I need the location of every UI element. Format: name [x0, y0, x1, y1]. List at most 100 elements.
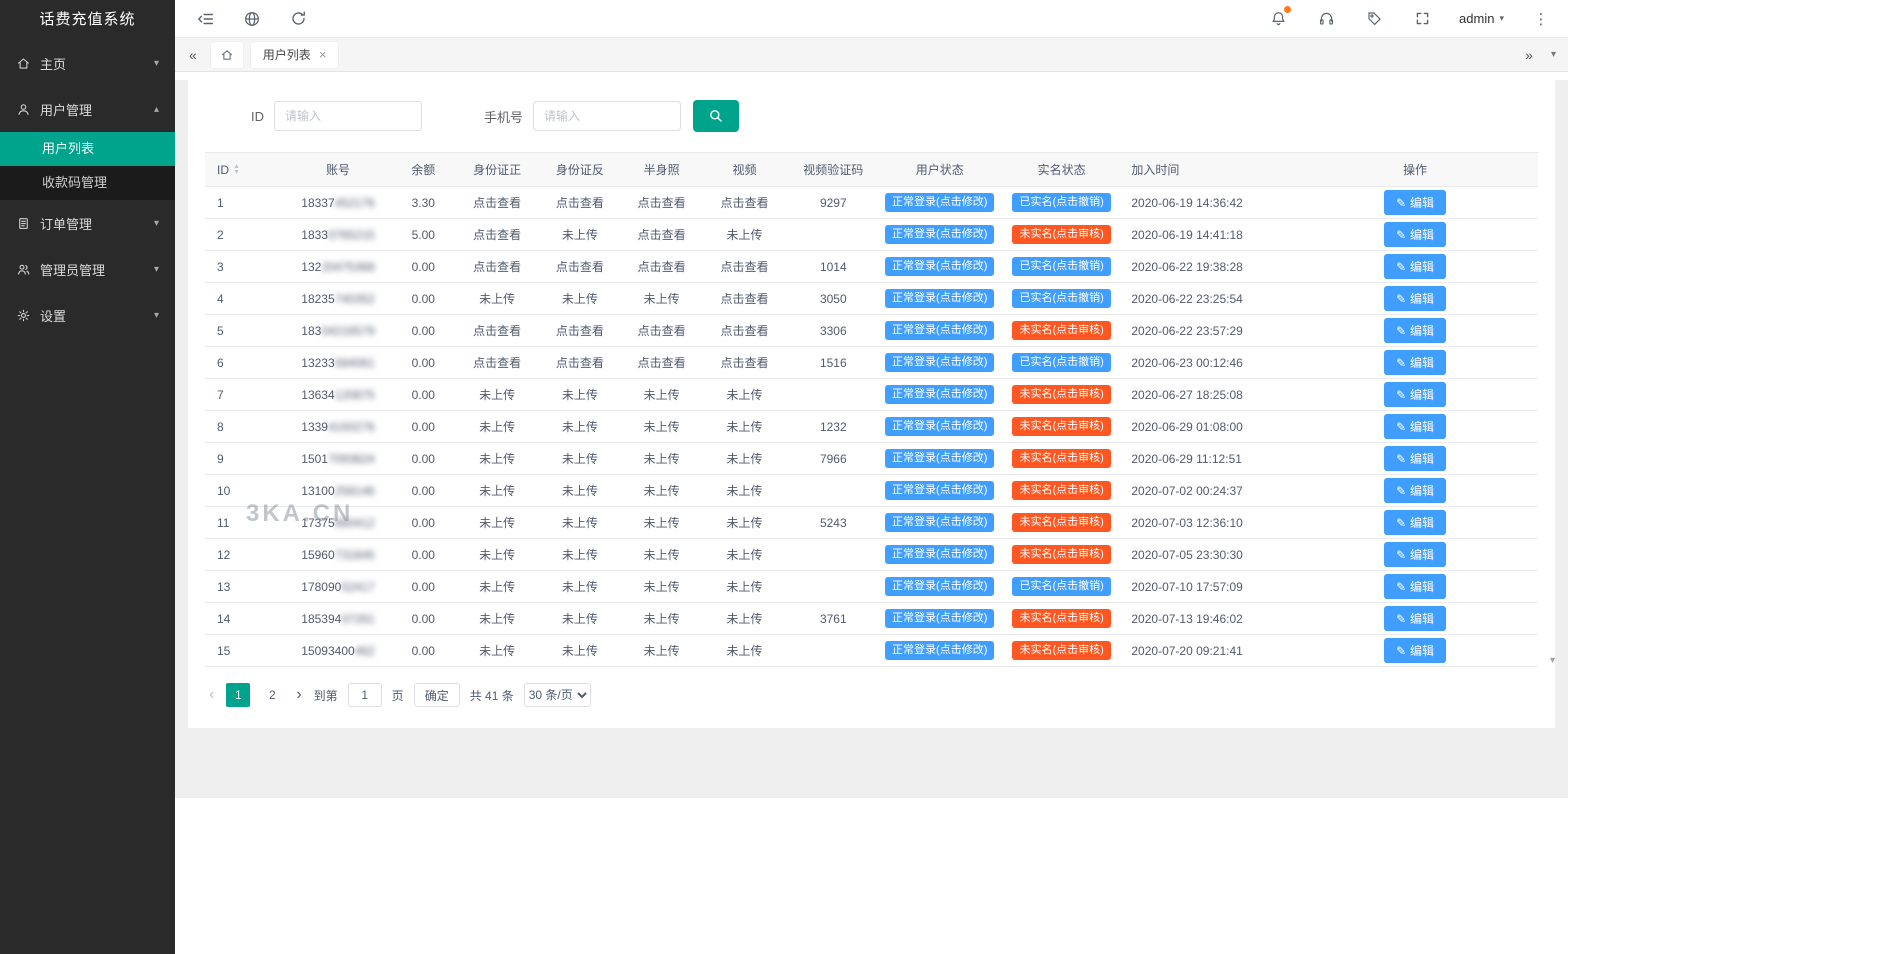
- user-status-badge[interactable]: 正常登录(点击修改): [885, 257, 994, 276]
- edit-button[interactable]: ✎编辑: [1384, 638, 1446, 663]
- realname-status-badge[interactable]: 已实名(点击撤销): [1012, 577, 1110, 596]
- pagination-page-1[interactable]: 1: [226, 683, 250, 707]
- tab-home[interactable]: [211, 42, 243, 68]
- edit-button[interactable]: ✎编辑: [1384, 446, 1446, 471]
- cell-half-photo[interactable]: 点击查看: [622, 251, 702, 283]
- realname-status-badge[interactable]: 未实名(点击审核): [1012, 321, 1110, 340]
- tabs-menu-button[interactable]: ▾: [1547, 49, 1560, 60]
- user-status-badge[interactable]: 正常登录(点击修改): [885, 513, 994, 532]
- language-button[interactable]: [235, 0, 269, 38]
- sort-control[interactable]: ▲▼: [233, 164, 240, 176]
- notifications-button[interactable]: [1267, 0, 1289, 38]
- realname-status-badge[interactable]: 已实名(点击撤销): [1012, 193, 1110, 212]
- realname-status-badge[interactable]: 未实名(点击审核): [1012, 641, 1110, 660]
- search-button[interactable]: [693, 100, 739, 132]
- realname-status-badge[interactable]: 未实名(点击审核): [1012, 545, 1110, 564]
- cell-id-front[interactable]: 点击查看: [456, 251, 538, 283]
- edit-button[interactable]: ✎编辑: [1384, 606, 1446, 631]
- edit-button[interactable]: ✎编辑: [1384, 574, 1446, 599]
- id-filter-input[interactable]: [274, 101, 422, 131]
- cell-id-back[interactable]: 点击查看: [538, 315, 621, 347]
- pagination-page-2[interactable]: 2: [260, 683, 284, 707]
- edit-button[interactable]: ✎编辑: [1384, 350, 1446, 375]
- tabs-scroll-right-button[interactable]: »: [1519, 47, 1539, 63]
- edit-button[interactable]: ✎编辑: [1384, 382, 1446, 407]
- goto-page-input[interactable]: [348, 683, 382, 707]
- cell-video[interactable]: 点击查看: [702, 283, 787, 315]
- pagination-prev-button[interactable]: ‹: [207, 686, 216, 704]
- sidebar-item-payment-code-management[interactable]: 收款码管理: [0, 166, 175, 200]
- realname-status-badge[interactable]: 未实名(点击审核): [1012, 513, 1110, 532]
- edit-button[interactable]: ✎编辑: [1384, 222, 1446, 247]
- user-status-badge[interactable]: 正常登录(点击修改): [885, 609, 994, 628]
- cell-id-front[interactable]: 点击查看: [456, 315, 538, 347]
- realname-status-badge[interactable]: 未实名(点击审核): [1012, 385, 1110, 404]
- realname-status-badge[interactable]: 未实名(点击审核): [1012, 225, 1110, 244]
- sidebar-item-user-management[interactable]: 用户管理 ▴: [0, 86, 175, 132]
- realname-status-badge[interactable]: 未实名(点击审核): [1012, 481, 1110, 500]
- edit-button[interactable]: ✎编辑: [1384, 542, 1446, 567]
- user-status-badge[interactable]: 正常登录(点击修改): [885, 385, 994, 404]
- edit-button[interactable]: ✎编辑: [1384, 286, 1446, 311]
- sidebar-collapse-button[interactable]: [189, 0, 223, 38]
- cell-video[interactable]: 点击查看: [702, 347, 787, 379]
- admin-menu[interactable]: admin ▾: [1459, 11, 1504, 26]
- realname-status-badge[interactable]: 未实名(点击审核): [1012, 417, 1110, 436]
- user-status-badge[interactable]: 正常登录(点击修改): [885, 417, 994, 436]
- edit-button[interactable]: ✎编辑: [1384, 510, 1446, 535]
- edit-button[interactable]: ✎编辑: [1384, 254, 1446, 279]
- page-size-select[interactable]: 30 条/页: [524, 683, 591, 707]
- user-status-badge[interactable]: 正常登录(点击修改): [885, 321, 994, 340]
- pagination-next-button[interactable]: ›: [294, 686, 303, 704]
- cell-video[interactable]: 点击查看: [702, 187, 787, 219]
- realname-status-badge[interactable]: 未实名(点击审核): [1012, 449, 1110, 468]
- realname-status-badge[interactable]: 已实名(点击撤销): [1012, 353, 1110, 372]
- theme-button[interactable]: [1363, 0, 1385, 38]
- user-status-badge[interactable]: 正常登录(点击修改): [885, 449, 994, 468]
- user-status-badge[interactable]: 正常登录(点击修改): [885, 353, 994, 372]
- refresh-button[interactable]: [281, 0, 315, 38]
- cell-id-back[interactable]: 点击查看: [538, 187, 621, 219]
- edit-button[interactable]: ✎编辑: [1384, 414, 1446, 439]
- sidebar-item-settings[interactable]: 设置 ▾: [0, 292, 175, 338]
- sidebar-item-admin-management[interactable]: 管理员管理 ▾: [0, 246, 175, 292]
- cell-video[interactable]: 点击查看: [702, 251, 787, 283]
- user-status-badge[interactable]: 正常登录(点击修改): [885, 193, 994, 212]
- cell-half-photo[interactable]: 点击查看: [622, 187, 702, 219]
- table-scroll-down-icon[interactable]: ▾: [1550, 655, 1555, 666]
- user-status-badge[interactable]: 正常登录(点击修改): [885, 577, 994, 596]
- tab-user-list[interactable]: 用户列表 ×: [251, 42, 339, 68]
- phone-filter-input[interactable]: [533, 101, 681, 131]
- sidebar-item-home[interactable]: 主页 ▾: [0, 40, 175, 86]
- cell-id-back[interactable]: 点击查看: [538, 347, 621, 379]
- user-status-badge[interactable]: 正常登录(点击修改): [885, 481, 994, 500]
- user-status-badge[interactable]: 正常登录(点击修改): [885, 545, 994, 564]
- edit-button[interactable]: ✎编辑: [1384, 478, 1446, 503]
- cell-half-photo[interactable]: 点击查看: [622, 219, 702, 251]
- user-status-badge[interactable]: 正常登录(点击修改): [885, 289, 994, 308]
- cell-video[interactable]: 点击查看: [702, 315, 787, 347]
- cell-half-photo[interactable]: 点击查看: [622, 315, 702, 347]
- confirm-button[interactable]: 确定: [414, 683, 460, 707]
- cell-id-front[interactable]: 点击查看: [456, 219, 538, 251]
- column-header-id[interactable]: ID▲▼: [205, 153, 285, 187]
- tabs-scroll-left-button[interactable]: «: [183, 47, 203, 63]
- edit-button[interactable]: ✎编辑: [1384, 190, 1446, 215]
- support-button[interactable]: [1315, 0, 1337, 38]
- edit-button[interactable]: ✎编辑: [1384, 318, 1446, 343]
- close-icon[interactable]: ×: [319, 47, 327, 62]
- cell-half-photo[interactable]: 点击查看: [622, 347, 702, 379]
- realname-status-badge[interactable]: 未实名(点击审核): [1012, 609, 1110, 628]
- more-button[interactable]: ⋮: [1530, 0, 1552, 38]
- cell-id-front[interactable]: 点击查看: [456, 347, 538, 379]
- realname-status-badge[interactable]: 已实名(点击撤销): [1012, 289, 1110, 308]
- user-status-badge[interactable]: 正常登录(点击修改): [885, 225, 994, 244]
- user-status-badge[interactable]: 正常登录(点击修改): [885, 641, 994, 660]
- sort-descending-icon[interactable]: ▼: [233, 170, 240, 176]
- fullscreen-button[interactable]: [1411, 0, 1433, 38]
- realname-status-badge[interactable]: 已实名(点击撤销): [1012, 257, 1110, 276]
- sidebar-item-order-management[interactable]: 订单管理 ▾: [0, 200, 175, 246]
- sidebar-item-user-list[interactable]: 用户列表: [0, 132, 175, 166]
- cell-id-back[interactable]: 点击查看: [538, 251, 621, 283]
- cell-id-front[interactable]: 点击查看: [456, 187, 538, 219]
